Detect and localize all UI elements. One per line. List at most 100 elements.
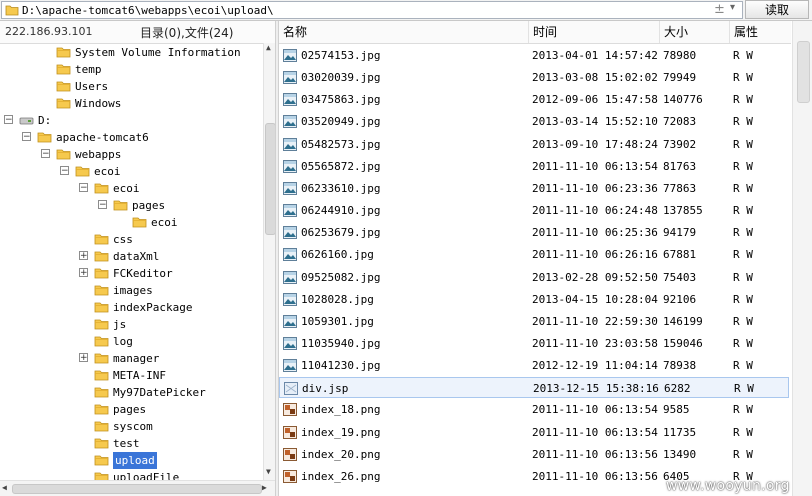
tree-item-label[interactable]: pages: [113, 401, 146, 418]
tree-item-label[interactable]: uploadFile: [113, 469, 179, 480]
scroll-thumb[interactable]: [797, 41, 810, 103]
tree-item[interactable]: pages: [0, 401, 262, 418]
file-row[interactable]: 05482573.jpg 2013-09-10 17:48:24 73902 R W: [279, 134, 789, 155]
tree-item[interactable]: My97DatePicker: [0, 384, 262, 401]
read-button[interactable]: 读取: [745, 0, 809, 19]
tree-item[interactable]: syscom: [0, 418, 262, 435]
plus-minus-icon[interactable]: ±: [714, 2, 725, 17]
tree-item-label[interactable]: indexPackage: [113, 299, 192, 316]
file-row[interactable]: index_19.png 2011-11-10 06:13:54 11735 R W: [279, 422, 789, 443]
tree-item[interactable]: images: [0, 282, 262, 299]
tree-item-label[interactable]: Windows: [75, 95, 121, 112]
file-row[interactable]: 11035940.jpg 2011-11-10 23:03:58 159046 R W: [279, 333, 789, 354]
tree-item[interactable]: − ecoi: [0, 180, 262, 197]
tree-item-label[interactable]: log: [113, 333, 133, 350]
file-list-scrollbar[interactable]: [792, 21, 812, 496]
path-input[interactable]: D:\apache-tomcat6\webapps\ecoi\upload\ ±…: [1, 1, 743, 19]
collapse-icon[interactable]: −: [79, 183, 88, 193]
file-row[interactable]: 06233610.jpg 2011-11-10 06:23:36 77863 R W: [279, 178, 789, 199]
tree-item-label[interactable]: upload: [113, 452, 157, 469]
tree-item-label[interactable]: images: [113, 282, 153, 299]
tree-item-label[interactable]: FCKeditor: [113, 265, 173, 282]
tree-horizontal-scrollbar[interactable]: ◀ ▶: [0, 480, 275, 496]
collapse-icon[interactable]: −: [41, 149, 50, 159]
column-time[interactable]: 时间: [529, 21, 660, 43]
scroll-right-icon[interactable]: ▶: [262, 483, 267, 492]
file-row[interactable]: 03475863.jpg 2012-09-06 15:47:58 140776 R W: [279, 89, 789, 110]
tree-item-label[interactable]: System Volume Information: [75, 44, 241, 61]
file-row[interactable]: div.jsp 2013-12-15 15:38:16 6282 R W: [279, 377, 789, 398]
tree-item-label[interactable]: META-INF: [113, 367, 166, 384]
file-row[interactable]: 03520949.jpg 2013-03-14 15:52:10 72083 R W: [279, 111, 789, 132]
tree-item[interactable]: − webapps: [0, 146, 262, 163]
file-row[interactable]: 06244910.jpg 2011-11-10 06:24:48 137855 R W: [279, 200, 789, 221]
tree-item-label[interactable]: test: [113, 435, 140, 452]
tree-item[interactable]: Users: [0, 78, 262, 95]
tree-item[interactable]: uploadFile: [0, 469, 262, 480]
expand-icon[interactable]: +: [79, 353, 88, 363]
tree-item[interactable]: − ecoi: [0, 163, 262, 180]
scroll-up-icon[interactable]: ▲: [266, 43, 271, 52]
tree-item[interactable]: System Volume Information: [0, 44, 262, 61]
scroll-down-icon[interactable]: ▼: [266, 467, 271, 476]
tree-item[interactable]: ecoi: [0, 214, 262, 231]
tree-item-label[interactable]: temp: [75, 61, 102, 78]
tree-item[interactable]: + manager: [0, 350, 262, 367]
tree-item[interactable]: − D:: [0, 112, 262, 129]
collapse-icon[interactable]: −: [98, 200, 107, 210]
collapse-icon[interactable]: −: [4, 115, 13, 125]
expand-icon[interactable]: +: [79, 268, 88, 278]
scroll-thumb[interactable]: [12, 484, 262, 494]
tree-item-label[interactable]: ecoi: [94, 163, 121, 180]
tree-item-label[interactable]: js: [113, 316, 126, 333]
tree-item-label[interactable]: D:: [38, 112, 51, 129]
tree-item-label[interactable]: dataXml: [113, 248, 159, 265]
file-row[interactable]: 05565872.jpg 2011-11-10 06:13:54 81763 R W: [279, 156, 789, 177]
folder-tree[interactable]: System Volume Information temp Users Window…: [0, 43, 262, 480]
tree-item[interactable]: css: [0, 231, 262, 248]
tree-item[interactable]: Windows: [0, 95, 262, 112]
tree-item-label[interactable]: pages: [132, 197, 165, 214]
tree-item[interactable]: js: [0, 316, 262, 333]
tree-item-label[interactable]: webapps: [75, 146, 121, 163]
tree-item[interactable]: − pages: [0, 197, 262, 214]
tree-item[interactable]: log: [0, 333, 262, 350]
tree-item[interactable]: META-INF: [0, 367, 262, 384]
tree-item-label[interactable]: syscom: [113, 418, 153, 435]
file-row[interactable]: 09525082.jpg 2013-02-28 09:52:50 75403 R W: [279, 267, 789, 288]
file-row[interactable]: 03020039.jpg 2013-03-08 15:02:02 79949 R W: [279, 67, 789, 88]
column-name[interactable]: 名称: [279, 21, 529, 43]
tree-item[interactable]: test: [0, 435, 262, 452]
file-name: 03520949.jpg: [301, 115, 381, 128]
expand-icon[interactable]: +: [79, 251, 88, 261]
column-attr[interactable]: 属性: [730, 21, 791, 43]
collapse-icon[interactable]: −: [60, 166, 69, 176]
tree-item-label[interactable]: css: [113, 231, 133, 248]
tree-item[interactable]: indexPackage: [0, 299, 262, 316]
file-attr: R W: [733, 138, 753, 151]
file-row[interactable]: 1059301.jpg 2011-11-10 22:59:30 146199 R W: [279, 311, 789, 332]
file-row[interactable]: 0626160.jpg 2011-11-10 06:26:16 67881 R W: [279, 244, 789, 265]
tree-item[interactable]: + dataXml: [0, 248, 262, 265]
tree-item[interactable]: temp: [0, 61, 262, 78]
scroll-left-icon[interactable]: ◀: [2, 483, 7, 492]
tree-item-label[interactable]: manager: [113, 350, 159, 367]
tree-item[interactable]: − apache-tomcat6: [0, 129, 262, 146]
tree-item[interactable]: + FCKeditor: [0, 265, 262, 282]
file-row[interactable]: 06253679.jpg 2011-11-10 06:25:36 94179 R W: [279, 222, 789, 243]
tree-item-label[interactable]: My97DatePicker: [113, 384, 206, 401]
file-row[interactable]: index_20.png 2011-11-10 06:13:56 13490 R W: [279, 444, 789, 465]
collapse-icon[interactable]: −: [22, 132, 31, 142]
column-size[interactable]: 大小: [660, 21, 730, 43]
tree-item-label[interactable]: ecoi: [151, 214, 178, 231]
file-row[interactable]: 1028028.jpg 2013-04-15 10:28:04 92106 R W: [279, 289, 789, 310]
file-list[interactable]: 02574153.jpg 2013-04-01 14:57:42 78980 R W0…: [279, 45, 791, 485]
file-row[interactable]: 02574153.jpg 2013-04-01 14:57:42 78980 R W: [279, 45, 789, 66]
tree-item-label[interactable]: Users: [75, 78, 108, 95]
file-row[interactable]: index_18.png 2011-11-10 06:13:54 9585 R W: [279, 399, 789, 420]
tree-item[interactable]: upload: [0, 452, 262, 469]
file-row[interactable]: 11041230.jpg 2012-12-19 11:04:14 78938 R W: [279, 355, 789, 376]
tree-item-label[interactable]: ecoi: [113, 180, 140, 197]
tree-item-label[interactable]: apache-tomcat6: [56, 129, 149, 146]
chevron-down-icon[interactable]: ▾: [730, 2, 735, 13]
